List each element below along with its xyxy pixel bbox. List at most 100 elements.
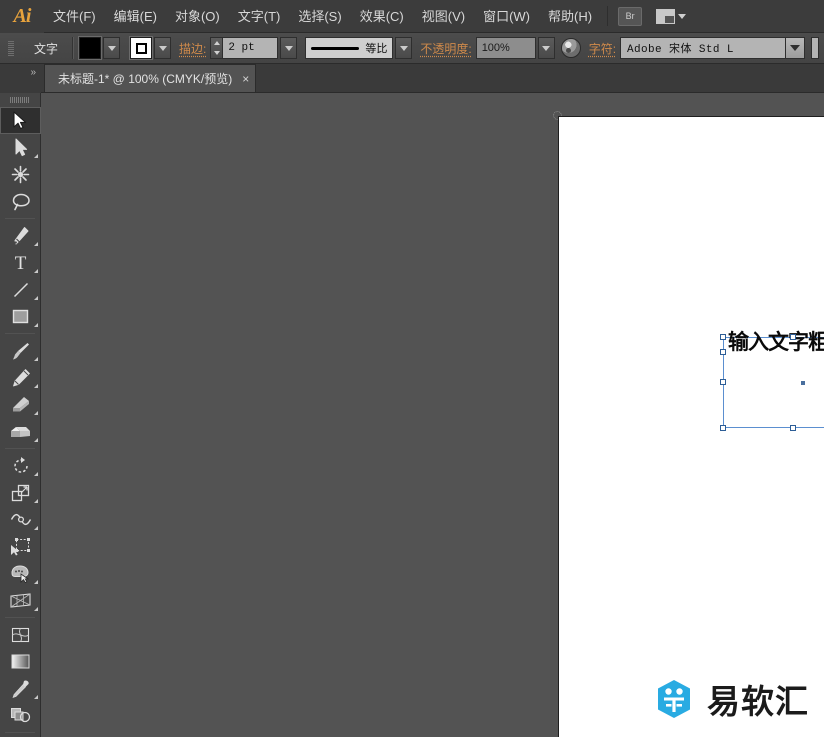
stroke-profile-select[interactable]: 等比	[305, 37, 393, 59]
opacity-dropdown[interactable]	[538, 37, 555, 59]
svg-text:T: T	[15, 253, 27, 272]
character-label[interactable]: 字符:	[589, 40, 616, 57]
menu-help[interactable]: 帮助(H)	[539, 0, 601, 33]
eraser-tool[interactable]	[0, 418, 41, 445]
tool-flyout-indicator[interactable]	[34, 411, 38, 415]
tool-flyout-indicator[interactable]	[34, 499, 38, 503]
opacity-input[interactable]: 100%	[476, 37, 536, 59]
direct-selection-tool[interactable]	[0, 134, 41, 161]
tool-flyout-indicator[interactable]	[34, 472, 38, 476]
perspective-grid-icon	[10, 591, 31, 610]
shape-builder-tool[interactable]	[0, 560, 41, 587]
tool-flyout-indicator[interactable]	[34, 242, 38, 246]
handle-bottom-left[interactable]	[720, 425, 726, 431]
control-bar-grip[interactable]	[8, 41, 14, 57]
rotate-icon	[11, 456, 31, 476]
paintbrush-tool[interactable]	[0, 337, 41, 364]
illustrator-window: Ai 文件(F) 编辑(E) 对象(O) 文字(T) 选择(S) 效果(C) 视…	[0, 0, 824, 737]
tool-group-divider	[5, 333, 35, 334]
menu-window[interactable]: 窗口(W)	[474, 0, 539, 33]
menu-bar: Ai 文件(F) 编辑(E) 对象(O) 文字(T) 选择(S) 效果(C) 视…	[0, 0, 824, 33]
gradient-icon	[10, 653, 31, 670]
chevron-down-icon	[790, 45, 800, 51]
handle-top-left[interactable]	[720, 334, 726, 340]
stroke-weight-dropdown[interactable]	[280, 37, 297, 59]
arrange-documents-button[interactable]	[656, 9, 686, 24]
menu-object[interactable]: 对象(O)	[166, 0, 229, 33]
tool-flyout-indicator[interactable]	[34, 269, 38, 273]
tool-flyout-indicator[interactable]	[34, 384, 38, 388]
recolor-artwork-icon[interactable]	[561, 38, 581, 58]
menu-file[interactable]: 文件(F)	[44, 0, 105, 33]
stroke-swatch-dropdown[interactable]	[154, 37, 171, 59]
handle-middle-left[interactable]	[720, 379, 726, 385]
type-tool[interactable]: T	[0, 249, 41, 276]
rotate-tool[interactable]	[0, 452, 41, 479]
tool-flyout-indicator[interactable]	[34, 695, 38, 699]
fill-color-swatch[interactable]	[79, 37, 101, 59]
font-style-input[interactable]	[811, 37, 819, 59]
canvas-area[interactable]: 输入文字粗号	[41, 93, 824, 737]
line-segment-tool[interactable]	[0, 276, 41, 303]
shape-builder-icon	[10, 564, 31, 583]
stroke-weight-input[interactable]: 2 pt	[223, 37, 278, 59]
menu-edit[interactable]: 编辑(E)	[105, 0, 166, 33]
tool-flyout-indicator[interactable]	[34, 323, 38, 327]
control-divider	[72, 37, 73, 59]
mesh-tool[interactable]	[0, 621, 41, 648]
menu-view[interactable]: 视图(V)	[413, 0, 474, 33]
tool-flyout-indicator[interactable]	[34, 580, 38, 584]
stroke-weight-stepper[interactable]	[210, 37, 223, 59]
blob-brush-icon	[10, 395, 31, 414]
tool-flyout-indicator[interactable]	[34, 357, 38, 361]
stroke-profile-label: 等比	[365, 40, 387, 56]
handle-bottom-center[interactable]	[790, 425, 796, 431]
tools-panel-grip[interactable]	[0, 93, 40, 107]
menu-effect[interactable]: 效果(C)	[351, 0, 413, 33]
font-family-dropdown[interactable]	[786, 37, 805, 59]
stroke-profile-dropdown[interactable]	[395, 37, 412, 59]
perspective-grid-tool[interactable]	[0, 587, 41, 614]
selected-text-object[interactable]: 输入文字粗号	[720, 332, 824, 428]
tool-flyout-indicator[interactable]	[34, 438, 38, 442]
tool-flyout-indicator[interactable]	[34, 296, 38, 300]
eyedropper-tool[interactable]	[0, 675, 41, 702]
pencil-tool[interactable]	[0, 364, 41, 391]
gradient-tool[interactable]	[0, 648, 41, 675]
watermark-text: 易软汇	[707, 675, 809, 723]
app-logo-icon: Ai	[0, 0, 44, 33]
handle-top-center[interactable]	[790, 334, 796, 340]
bridge-icon[interactable]: Br	[618, 7, 642, 26]
selection-tool[interactable]	[0, 107, 41, 134]
chevron-down-icon	[108, 46, 116, 51]
tool-flyout-indicator[interactable]	[34, 526, 38, 530]
blend-tool[interactable]	[0, 702, 41, 729]
free-transform-tool[interactable]	[0, 533, 41, 560]
fill-swatch-dropdown[interactable]	[103, 37, 120, 59]
menu-divider	[607, 6, 608, 26]
document-tab[interactable]: 未标题-1* @ 100% (CMYK/预览) ×	[44, 64, 256, 92]
magic-wand-tool[interactable]	[0, 161, 41, 188]
menu-select[interactable]: 选择(S)	[289, 0, 350, 33]
text-object-content[interactable]: 输入文字粗号	[728, 332, 824, 353]
tool-flyout-indicator[interactable]	[34, 607, 38, 611]
blob-brush-tool[interactable]	[0, 391, 41, 418]
width-tool[interactable]	[0, 506, 41, 533]
stroke-profile-line-icon	[311, 47, 359, 50]
pen-tool[interactable]	[0, 222, 41, 249]
close-icon[interactable]: ×	[242, 72, 249, 86]
stroke-color-swatch[interactable]	[130, 37, 152, 59]
watermark-logo-icon	[653, 678, 695, 720]
lasso-tool[interactable]	[0, 188, 41, 215]
tool-group-divider	[5, 448, 35, 449]
panel-collapse-button[interactable]: »	[0, 64, 41, 93]
pencil-icon	[11, 368, 31, 388]
handle-baseline-left[interactable]	[720, 349, 726, 355]
rectangle-tool[interactable]	[0, 303, 41, 330]
menu-type[interactable]: 文字(T)	[229, 0, 290, 33]
scale-tool[interactable]	[0, 479, 41, 506]
opacity-label[interactable]: 不透明度:	[420, 40, 471, 57]
stroke-weight-label[interactable]: 描边:	[179, 40, 206, 57]
tool-flyout-indicator[interactable]	[34, 154, 38, 158]
font-family-input[interactable]: Adobe 宋体 Std L	[620, 37, 786, 59]
